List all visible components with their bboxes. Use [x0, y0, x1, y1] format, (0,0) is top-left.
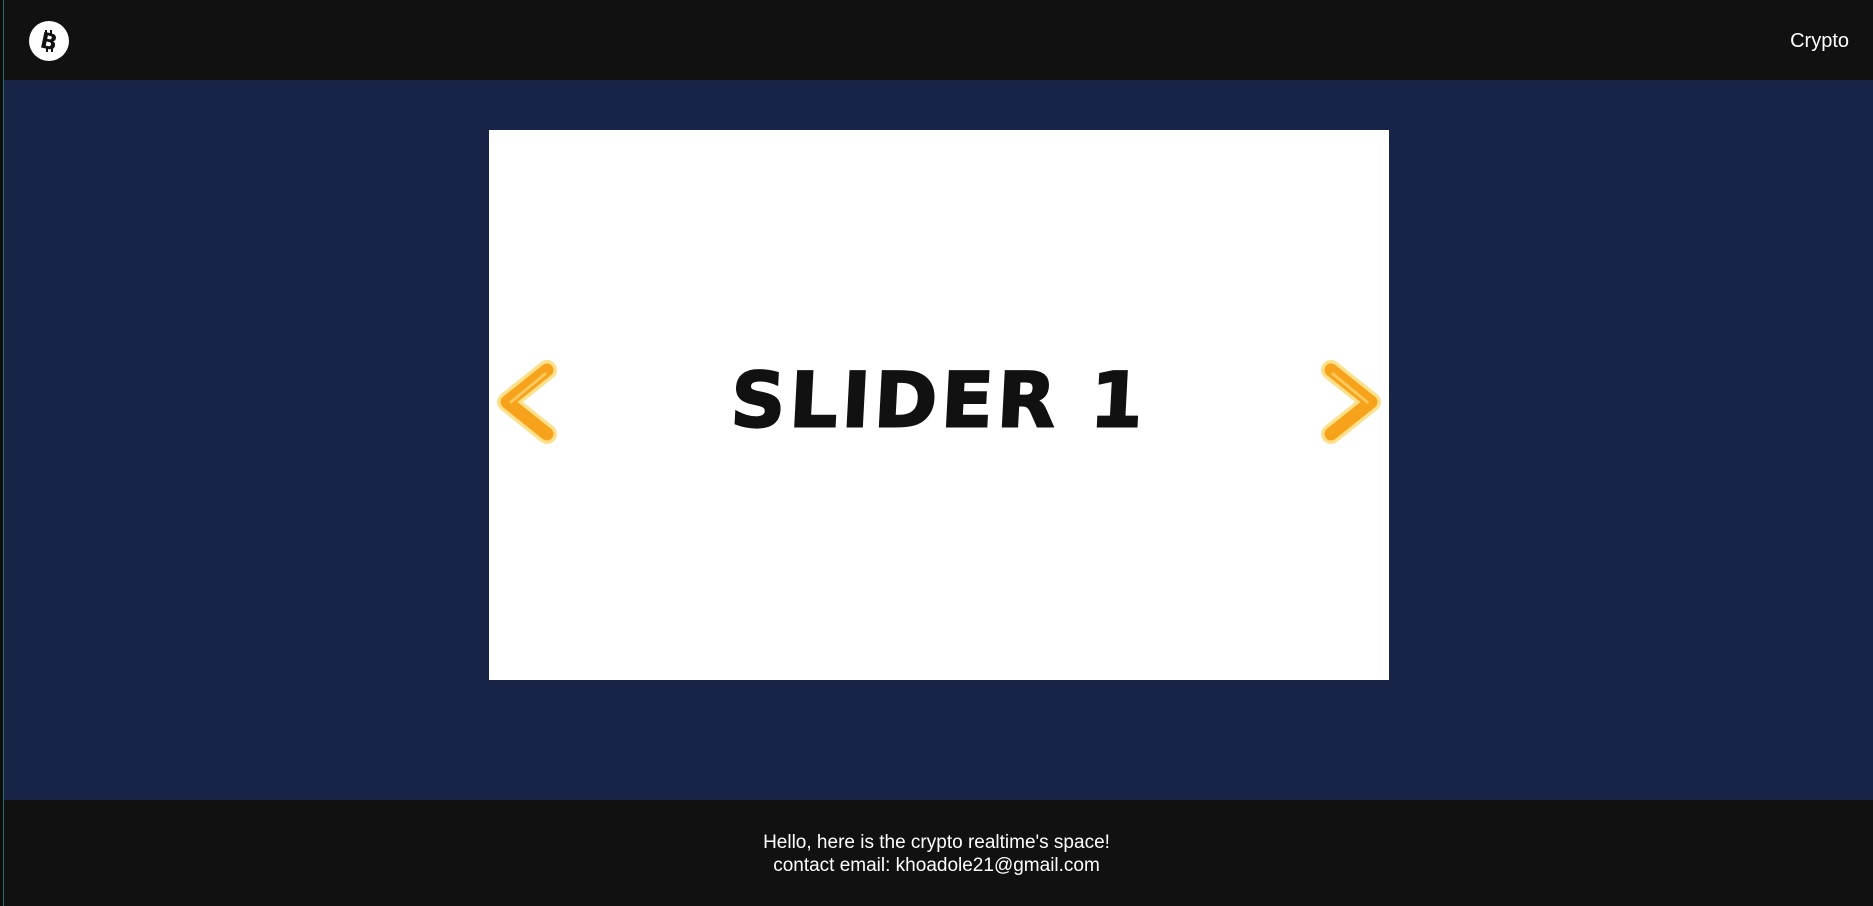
slide-title: SLIDER 1: [728, 355, 1151, 446]
slider-next-button[interactable]: [1319, 360, 1383, 450]
footer-text: Hello, here is the crypto realtime's spa…: [0, 831, 1873, 877]
header: B Crypto: [0, 0, 1873, 80]
chevron-left-icon: [497, 360, 557, 444]
svg-text:B: B: [38, 28, 60, 54]
footer: Hello, here is the crypto realtime's spa…: [0, 800, 1873, 906]
image-slider: SLIDER 1: [489, 130, 1389, 680]
window-left-edge: [0, 0, 4, 906]
slider-prev-button[interactable]: [495, 360, 559, 450]
chevron-right-icon: [1321, 360, 1381, 444]
page: B Crypto SLIDER 1 Hello, here is the cry…: [0, 0, 1873, 906]
bitcoin-logo[interactable]: B: [29, 21, 69, 61]
main-content: SLIDER 1: [0, 80, 1873, 800]
nav-link-crypto[interactable]: Crypto: [1790, 30, 1849, 53]
footer-contact-email: contact email: khoadole21@gmail.com: [773, 855, 1100, 876]
bitcoin-icon: B: [38, 28, 60, 54]
footer-greeting: Hello, here is the crypto realtime's spa…: [763, 832, 1110, 853]
